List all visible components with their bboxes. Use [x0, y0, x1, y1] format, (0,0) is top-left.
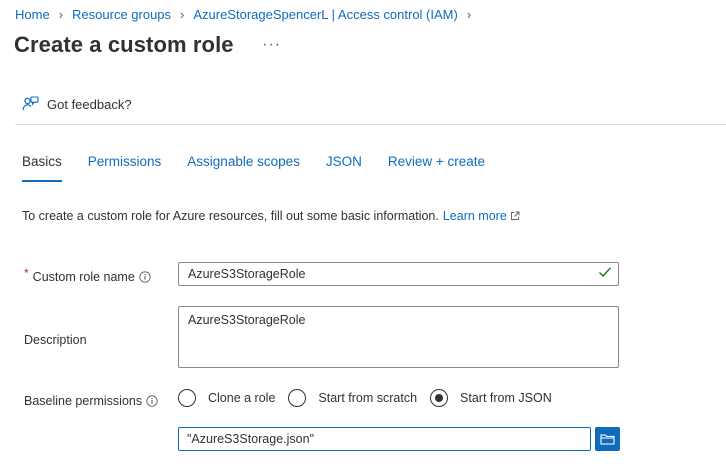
feedback-label: Got feedback?: [47, 96, 132, 112]
intro-description: To create a custom role for Azure resour…: [22, 209, 439, 223]
feedback-button[interactable]: Got feedback?: [22, 96, 132, 112]
radio-label: Start from scratch: [318, 391, 418, 405]
folder-icon: [600, 434, 615, 445]
feedback-icon: [22, 96, 39, 111]
baseline-radio-group: Clone a role Start from scratch Start fr…: [178, 389, 565, 407]
breadcrumb: Home › Resource groups › AzureStorageSpe…: [15, 5, 480, 23]
tab-review-create[interactable]: Review + create: [388, 154, 485, 182]
radio-start-from-json[interactable]: Start from JSON: [430, 389, 552, 407]
radio-start-from-scratch[interactable]: Start from scratch: [288, 389, 417, 407]
radio-circle[interactable]: [288, 389, 307, 407]
learn-more-link[interactable]: Learn more: [443, 209, 507, 223]
info-icon[interactable]: [146, 395, 158, 407]
role-name-label-text: Custom role name: [32, 270, 135, 284]
page-title: Create a custom role: [14, 32, 234, 57]
divider: [15, 124, 726, 125]
radio-circle[interactable]: [178, 389, 196, 407]
radio-label: Start from JSON: [460, 391, 552, 405]
intro-text: To create a custom role for Azure resour…: [22, 209, 520, 223]
browse-file-button[interactable]: [595, 427, 620, 451]
baseline-permissions-label: Baseline permissions: [24, 394, 158, 408]
chevron-right-icon: ›: [180, 6, 185, 22]
chevron-right-icon: ›: [466, 6, 472, 22]
tab-bar: Basics Permissions Assignable scopes JSO…: [22, 154, 511, 182]
radio-clone-role[interactable]: Clone a role: [178, 389, 275, 407]
tab-permissions[interactable]: Permissions: [88, 154, 162, 182]
breadcrumb-home-link[interactable]: Home: [15, 7, 50, 22]
breadcrumb-resource-groups-link[interactable]: Resource groups: [72, 7, 171, 22]
radio-label: Clone a role: [208, 391, 276, 405]
description-label: Description: [24, 333, 87, 347]
description-textarea[interactable]: AzureS3StorageRole: [178, 306, 619, 368]
role-name-label: * Custom role name: [24, 266, 151, 284]
required-mark: *: [24, 266, 29, 280]
json-file-input[interactable]: "AzureS3Storage.json": [178, 427, 591, 451]
role-name-input[interactable]: AzureS3StorageRole: [178, 262, 619, 286]
info-icon[interactable]: [139, 271, 151, 283]
tab-assignable-scopes[interactable]: Assignable scopes: [187, 154, 300, 182]
chevron-right-icon: ›: [58, 6, 64, 22]
tab-basics[interactable]: Basics: [22, 154, 62, 182]
radio-circle[interactable]: [430, 389, 449, 407]
checkmark-icon: [599, 267, 612, 278]
breadcrumb-access-control-link[interactable]: AzureStorageSpencerL | Access control (I…: [193, 7, 457, 22]
more-options-button[interactable]: ···: [262, 36, 281, 54]
baseline-permissions-label-text: Baseline permissions: [24, 394, 143, 408]
tab-json[interactable]: JSON: [326, 154, 362, 182]
external-link-icon: [510, 211, 520, 220]
